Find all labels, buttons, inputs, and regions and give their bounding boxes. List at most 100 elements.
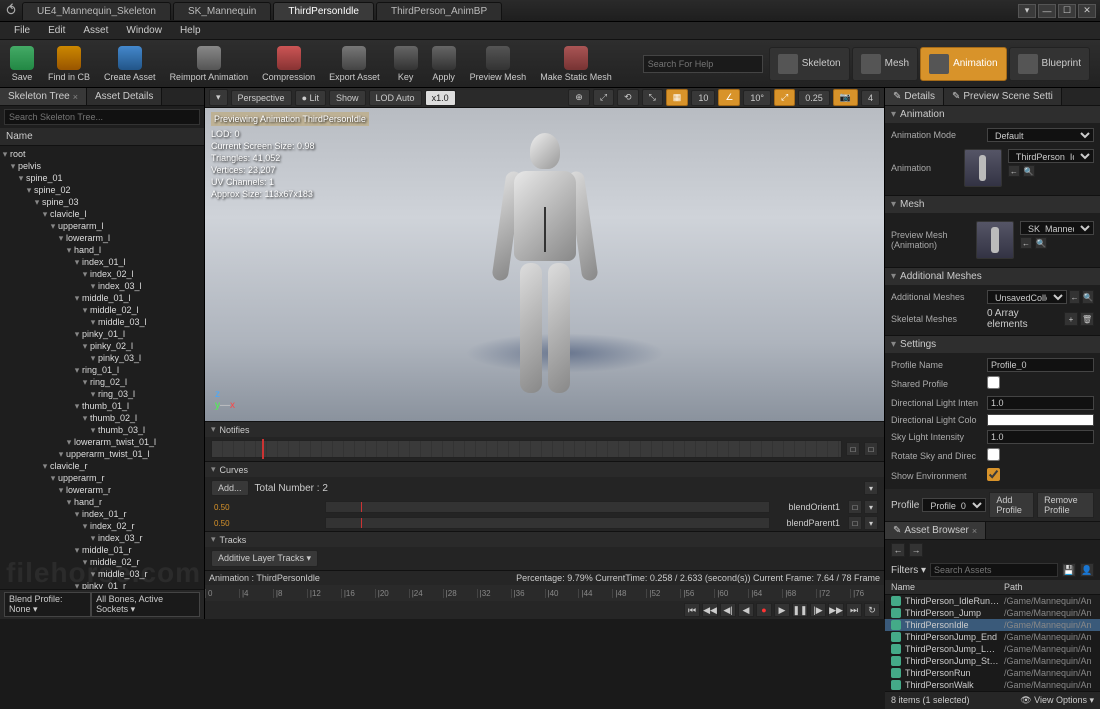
asset-row[interactable]: ThirdPersonIdle/Game/Mannequin/An — [885, 619, 1100, 631]
curves-menu-icon[interactable]: ▾ — [864, 481, 878, 495]
bone-node[interactable]: ▾index_02_r — [0, 520, 204, 532]
show-button[interactable]: Show — [329, 90, 366, 106]
bone-node[interactable]: ▾ring_01_l — [0, 364, 204, 376]
angle-value[interactable]: 10° — [743, 90, 771, 106]
setting-input[interactable] — [987, 430, 1094, 444]
curve-toggle-icon[interactable]: □ — [848, 516, 862, 530]
bone-node[interactable]: ▾middle_01_l — [0, 292, 204, 304]
loop-button[interactable]: ↻ — [864, 603, 880, 617]
bone-node[interactable]: ▾pinky_01_r — [0, 580, 204, 589]
bone-node[interactable]: ▾thumb_03_l — [0, 424, 204, 436]
transform-mode-icon[interactable]: ⊕ — [568, 89, 590, 106]
browse-icon[interactable]: 🔍 — [1035, 237, 1047, 249]
add-element-icon[interactable]: + — [1064, 312, 1078, 326]
asset-row[interactable]: ThirdPersonRun/Game/Mannequin/An — [885, 667, 1100, 679]
find-button[interactable]: Find in CB — [42, 44, 96, 84]
mode-tab-mesh[interactable]: Mesh — [852, 47, 918, 81]
maximize-button[interactable]: ☐ — [1058, 4, 1076, 18]
perspective-button[interactable]: Perspective — [231, 90, 292, 106]
tab-details[interactable]: ✎Details — [885, 88, 944, 105]
mode-tab-blueprint[interactable]: Blueprint — [1009, 47, 1090, 81]
curve-menu-icon[interactable]: ▾ — [864, 500, 878, 514]
setting-checkbox[interactable] — [987, 468, 1000, 481]
bone-node[interactable]: ▾spine_01 — [0, 172, 204, 184]
frame-ruler[interactable]: 0|4|8|12|16|20|24|28|32|36|40|44|48|52|5… — [205, 585, 884, 601]
menu-file[interactable]: File — [6, 23, 38, 38]
pause-button[interactable]: ❚❚ — [792, 603, 808, 617]
asset-row[interactable]: ThirdPersonJump_End/Game/Mannequin/An — [885, 631, 1100, 643]
bone-node[interactable]: ▾lowerarm_twist_01_l — [0, 436, 204, 448]
asset-search-input[interactable] — [930, 563, 1058, 577]
step-back-button[interactable]: ◀◀ — [702, 603, 718, 617]
curve-track[interactable] — [325, 501, 770, 513]
filters-dropdown[interactable]: Filters ▾ — [891, 565, 926, 576]
tab-skeleton-tree[interactable]: Skeleton Tree× — [0, 88, 87, 105]
tab-preview-scene[interactable]: ✎Preview Scene Setti — [944, 88, 1062, 105]
curve-toggle-icon[interactable]: □ — [848, 500, 862, 514]
bone-node[interactable]: ▾middle_01_r — [0, 544, 204, 556]
title-tab[interactable]: ThirdPersonIdle — [273, 2, 374, 20]
remove-profile-button[interactable]: Remove Profile — [1037, 492, 1094, 518]
bone-node[interactable]: ▾middle_03_l — [0, 316, 204, 328]
browse-icon[interactable]: 🔍 — [1023, 165, 1035, 177]
add-profile-button[interactable]: Add Profile — [989, 492, 1034, 518]
user-icon[interactable]: 👤 — [1080, 563, 1094, 577]
speed-button[interactable]: x1.0 — [425, 90, 456, 106]
snap-angle-icon[interactable]: ∠ — [718, 89, 740, 106]
reimport-button[interactable]: Reimport Animation — [164, 44, 255, 84]
menu-edit[interactable]: Edit — [40, 23, 73, 38]
title-tab[interactable]: UE4_Mannequin_Skeleton — [22, 2, 171, 20]
create-button[interactable]: Create Asset — [98, 44, 162, 84]
profile-dropdown[interactable]: Profile_0 — [922, 498, 986, 512]
bone-node[interactable]: ▾ring_03_l — [0, 388, 204, 400]
camera-speed-value[interactable]: 4 — [861, 90, 880, 106]
title-tab[interactable]: SK_Mannequin — [173, 2, 271, 20]
skeleton-tree[interactable]: ▾root▾pelvis▾spine_01▾spine_02▾spine_03▾… — [0, 146, 204, 589]
use-selected-icon[interactable]: ← — [1069, 290, 1080, 304]
back-button[interactable]: ← — [891, 543, 905, 557]
transform-mode-icon[interactable]: ⤢ — [593, 89, 614, 106]
bone-node[interactable]: ▾pinky_03_l — [0, 352, 204, 364]
bone-node[interactable]: ▾pelvis — [0, 160, 204, 172]
viewport[interactable]: Previewing Animation ThirdPersonIdle LOD… — [205, 108, 884, 421]
next-frame-button[interactable]: |▶ — [810, 603, 826, 617]
static-button[interactable]: Make Static Mesh — [534, 44, 618, 84]
track-add-icon[interactable]: □ — [846, 442, 860, 456]
bone-node[interactable]: ▾lowerarm_r — [0, 484, 204, 496]
menu-asset[interactable]: Asset — [75, 23, 116, 38]
bone-node[interactable]: ▾lowerarm_l — [0, 232, 204, 244]
save-icon[interactable]: 💾 — [1062, 563, 1076, 577]
curve-track[interactable] — [325, 517, 770, 529]
preview-button[interactable]: Preview Mesh — [464, 44, 533, 84]
asset-row[interactable]: ThirdPerson_IdleRun_2D/Game/Mannequin/An — [885, 595, 1100, 607]
record-button[interactable]: ● — [756, 603, 772, 617]
transform-mode-icon[interactable]: ⤡ — [642, 89, 663, 106]
animation-asset-dropdown[interactable]: ThirdPerson_IdleRun_2D — [1008, 149, 1094, 163]
asset-row[interactable]: ThirdPersonWalk/Game/Mannequin/An — [885, 679, 1100, 691]
snap-value[interactable]: 10 — [691, 90, 715, 106]
bone-node[interactable]: ▾middle_02_r — [0, 556, 204, 568]
camera-speed-icon[interactable]: 📷 — [833, 89, 858, 106]
transform-mode-icon[interactable]: ⟲ — [617, 89, 639, 106]
additional-meshes-dropdown[interactable]: UnsavedCollection — [987, 290, 1067, 304]
curve-menu-icon[interactable]: ▾ — [864, 516, 878, 530]
snap-grid-icon[interactable]: ▦ — [666, 89, 689, 106]
help-search-input[interactable] — [643, 55, 763, 73]
setting-checkbox[interactable] — [987, 376, 1000, 389]
bone-node[interactable]: ▾middle_03_r — [0, 568, 204, 580]
viewport-menu-button[interactable]: ▾ — [209, 89, 228, 106]
blend-profile-dropdown[interactable]: Blend Profile: None ▾ — [4, 592, 91, 617]
goto-start-button[interactable]: ⏮ — [684, 603, 700, 617]
compress-button[interactable]: Compression — [256, 44, 321, 84]
key-button[interactable]: Key — [388, 44, 424, 84]
asset-row[interactable]: ThirdPersonJump_Loop/Game/Mannequin/An — [885, 643, 1100, 655]
color-swatch[interactable] — [987, 414, 1094, 426]
bone-node[interactable]: ▾upperarm_l — [0, 220, 204, 232]
bone-node[interactable]: ▾thumb_02_l — [0, 412, 204, 424]
use-selected-icon[interactable]: ← — [1020, 237, 1032, 249]
scale-value[interactable]: 0.25 — [798, 90, 830, 106]
preview-mesh-dropdown[interactable]: SK_Mannequin — [1020, 221, 1094, 235]
prev-frame-button[interactable]: ◀| — [720, 603, 736, 617]
bone-node[interactable]: ▾root — [0, 148, 204, 160]
browse-icon[interactable]: 🔍 — [1082, 290, 1094, 304]
